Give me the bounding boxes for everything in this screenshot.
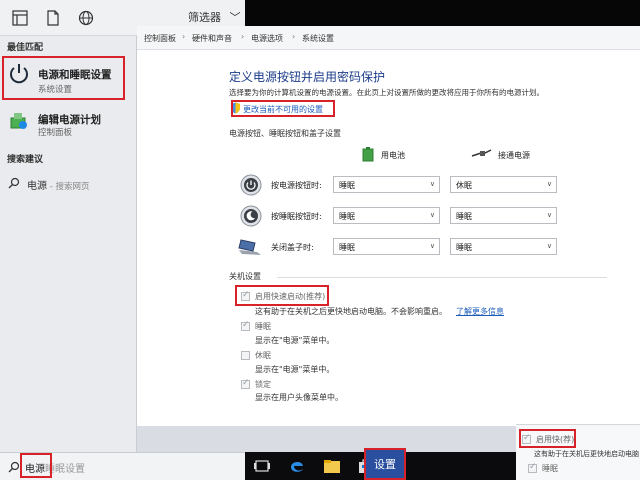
- power-button-icon: [240, 174, 262, 196]
- crumb-hardware-sound[interactable]: 硬件和声音: [192, 33, 232, 44]
- crumb-power-options[interactable]: 电源选项: [251, 33, 283, 44]
- crumb-control-panel[interactable]: 控制面板: [144, 33, 176, 44]
- select-value: 睡眠: [456, 212, 472, 221]
- edge-browser-icon[interactable]: [288, 457, 306, 475]
- result-title: 电源和睡眠设置: [38, 69, 112, 81]
- chevron-down-icon: ∨: [546, 242, 552, 250]
- hibernate-checkbox[interactable]: [241, 351, 250, 360]
- search-query-text: 电源: [25, 464, 45, 475]
- row-label-close-lid: 关闭盖子时:: [271, 243, 314, 252]
- result-subtitle: 系统设置: [38, 85, 73, 95]
- result-title: 编辑电源计划: [38, 114, 101, 126]
- column-battery: 用电池: [381, 151, 405, 160]
- label-part: 启用快: [536, 435, 560, 444]
- select-value: 睡眠: [339, 181, 355, 190]
- sleep-label: 睡眠: [255, 322, 271, 331]
- fast-startup-desc-copy: 这有助于在关机后更快地启动电脑: [534, 450, 639, 458]
- sleep-desc: 显示在"电源"菜单中。: [255, 336, 335, 345]
- section-suggestions: 搜索建议: [7, 155, 44, 165]
- apps-grid-icon[interactable]: [12, 10, 28, 26]
- chevron-down-icon: ∨: [546, 211, 552, 219]
- chevron-right-icon: ›: [292, 32, 296, 41]
- result-subtitle: 控制面板: [38, 128, 73, 138]
- suggestion-item[interactable]: 电源 - 搜索网页: [27, 177, 89, 192]
- chevron-down-icon: ∨: [429, 211, 435, 219]
- fast-startup-label: 启用快速启动(推荐): [255, 292, 326, 301]
- hibernate-desc: 显示在"电源"菜单中。: [255, 365, 335, 374]
- battery-icon: [362, 147, 374, 162]
- search-input[interactable]: 电源睡眠设置: [0, 452, 245, 480]
- select-value: 睡眠: [339, 212, 355, 221]
- fast-startup-desc: 这有助于在关机之后更快地启动电脑。不会影响重启。: [255, 307, 447, 316]
- document-icon[interactable]: [45, 10, 61, 26]
- lock-desc: 显示在用户头像菜单中。: [255, 393, 343, 402]
- search-icon: [8, 461, 20, 473]
- fast-startup-checkbox-copy[interactable]: [522, 433, 531, 444]
- column-plugged-in: 接通电源: [498, 151, 530, 160]
- result-power-sleep-settings[interactable]: 电源和睡眠设置 系统设置: [0, 56, 137, 100]
- filter-label: 筛选器: [188, 11, 221, 24]
- chevron-right-icon: ›: [182, 32, 186, 41]
- search-query-ghost: 睡眠设置: [45, 464, 85, 475]
- section-best-match: 最佳匹配: [7, 43, 44, 53]
- select-value: 睡眠: [339, 243, 355, 252]
- row-label-sleep-button: 按睡眠按钮时:: [271, 212, 322, 221]
- sleep-label-copy: 睡眠: [542, 464, 558, 473]
- power-icon: [10, 64, 28, 84]
- search-query: 电源睡眠设置: [25, 460, 85, 475]
- sleep-checkbox-copy[interactable]: [528, 462, 537, 473]
- page-title: 定义电源按钮并启用密码保护: [229, 70, 386, 84]
- sleep-checkbox[interactable]: [241, 320, 250, 331]
- filter-dropdown[interactable]: 筛选器 ﹀: [188, 9, 241, 25]
- sleep-button-icon: [240, 205, 262, 227]
- section-shutdown-heading: 关机设置: [229, 272, 261, 281]
- sleep-button-plugged-select[interactable]: 睡眠 ∨: [450, 207, 557, 224]
- close-lid-plugged-select[interactable]: 睡眠 ∨: [450, 238, 557, 255]
- chevron-down-icon: ∨: [429, 180, 435, 188]
- select-value: 休眠: [456, 181, 472, 190]
- chevron-right-icon: ›: [241, 32, 245, 41]
- breadcrumb: 控制面板 › 硬件和声音 › 电源选项 › 系统设置: [137, 26, 640, 50]
- hibernate-label: 休眠: [255, 351, 271, 360]
- change-unavailable-settings-link[interactable]: 更改当前不可用的设置: [243, 104, 323, 115]
- fast-startup-checkbox[interactable]: [241, 290, 250, 301]
- power-button-plugged-select[interactable]: 休眠 ∨: [450, 176, 557, 193]
- lock-label: 锁定: [255, 380, 271, 389]
- label-suffix: (荐): [560, 435, 575, 444]
- background-dark-strip: [245, 0, 640, 26]
- page-description: 选择要为你的计算机设置的电源设置。在此页上对设置所做的更改将应用于你所有的电源计…: [229, 88, 544, 97]
- learn-more-link[interactable]: 了解更多信息: [456, 306, 504, 317]
- lock-checkbox[interactable]: [241, 378, 250, 389]
- suggestion-term: 电源: [27, 181, 47, 192]
- control-panel-window: 控制面板 › 硬件和声音 › 电源选项 › 系统设置 定义电源按钮并启用密码保护…: [137, 26, 640, 426]
- crumb-system-settings[interactable]: 系统设置: [302, 33, 334, 44]
- laptop-lid-icon: [238, 239, 261, 255]
- suggestion-hint: - 搜索网页: [47, 182, 90, 192]
- settings-taskbar-button[interactable]: 设置: [364, 450, 406, 480]
- task-view-icon[interactable]: [253, 457, 271, 475]
- chevron-down-icon: ﹀: [229, 11, 241, 24]
- select-value: 睡眠: [456, 243, 472, 252]
- settings-label: 设置: [374, 458, 396, 471]
- plug-icon: [471, 149, 492, 157]
- section-buttons-heading: 电源按钮、睡眠按钮和盖子设置: [229, 129, 341, 138]
- globe-icon[interactable]: [78, 10, 94, 26]
- result-edit-power-plan[interactable]: 编辑电源计划 控制面板: [0, 106, 137, 138]
- file-explorer-icon[interactable]: [323, 457, 341, 475]
- fast-startup-label-copy: 启用快(荐): [536, 434, 574, 445]
- overlapped-settings-copy: 启用快(荐) 这有助于在关机后更快地启动电脑 睡眠: [516, 424, 640, 480]
- power-button-battery-select[interactable]: 睡眠 ∨: [333, 176, 440, 193]
- shield-icon: [231, 102, 240, 114]
- divider: [277, 277, 607, 278]
- row-label-power-button: 按电源按钮时:: [271, 181, 322, 190]
- sleep-button-battery-select[interactable]: 睡眠 ∨: [333, 207, 440, 224]
- battery-plan-icon: [10, 113, 27, 129]
- close-lid-battery-select[interactable]: 睡眠 ∨: [333, 238, 440, 255]
- chevron-down-icon: ∨: [546, 180, 552, 188]
- search-icon: [8, 177, 20, 189]
- chevron-down-icon: ∨: [429, 242, 435, 250]
